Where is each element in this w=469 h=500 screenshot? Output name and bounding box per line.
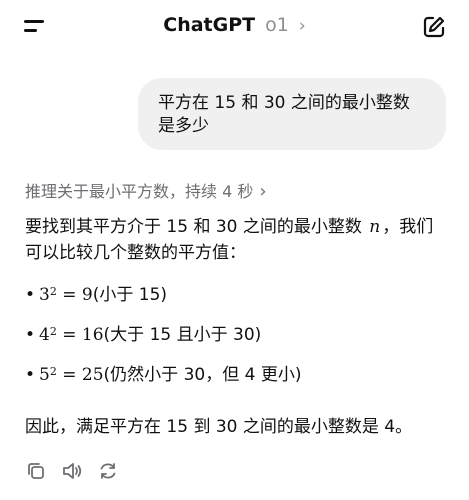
app-title: ChatGPT <box>163 14 256 36</box>
bullet-content: 32 = 9(小于 15) <box>39 282 167 308</box>
math-result: 25 <box>81 365 104 385</box>
answer-intro: 要找到其平方介于 15 和 30 之间的最小整数 n ，我们可以比较几个整数的平方… <box>25 214 450 266</box>
math-exponent: 2 <box>49 325 57 338</box>
math-equals: = <box>56 365 82 385</box>
regenerate-icon[interactable] <box>97 460 119 482</box>
answer-conclusion: 因此，满足平方在 15 到 30 之间的最小整数是 4。 <box>25 417 413 437</box>
reasoning-toggle[interactable]: 推理关于最小平方数，持续 4 秒 › <box>25 178 267 202</box>
math-base: 5 <box>39 365 50 385</box>
bullet-note: (小于 15) <box>92 285 168 305</box>
bullet-item: • 52 = 25(仍然小于 30，但 4 更小) <box>25 362 455 388</box>
bullet-dot: • <box>25 365 36 385</box>
bullet-dot: • <box>25 325 36 345</box>
bullet-math: 52 = 25 <box>39 365 104 385</box>
assistant-answer: 要找到其平方介于 15 和 30 之间的最小整数 n ，我们可以比较几个整数的平方… <box>25 214 450 266</box>
math-exponent: 2 <box>49 365 57 378</box>
math-base: 3 <box>39 285 50 305</box>
math-equals: = <box>56 285 82 305</box>
bullet-note: (大于 15 且小于 30) <box>103 325 262 345</box>
bullet-content: 52 = 25(仍然小于 30，但 4 更小) <box>39 362 301 388</box>
new-chat-edit-icon[interactable] <box>420 13 448 41</box>
intro-variable: n <box>369 217 381 237</box>
bullet-math: 32 = 9 <box>39 285 93 305</box>
math-equals: = <box>56 325 82 345</box>
speaker-icon[interactable] <box>61 460 83 482</box>
reasoning-label: 推理关于最小平方数，持续 4 秒 <box>25 182 254 201</box>
model-selector[interactable]: ChatGPT o1 › <box>0 14 469 36</box>
math-base: 4 <box>39 325 50 345</box>
math-exponent: 2 <box>49 285 57 298</box>
user-message-bubble[interactable]: 平方在 15 和 30 之间的最小整数是多少 <box>138 78 446 150</box>
bullet-content: 42 = 16(大于 15 且小于 30) <box>39 322 261 348</box>
top-bar: ChatGPT o1 › <box>0 0 469 56</box>
math-result: 16 <box>81 325 104 345</box>
math-result: 9 <box>81 285 93 305</box>
bullet-item: • 32 = 9(小于 15) <box>25 282 455 308</box>
chevron-right-icon: › <box>298 16 306 36</box>
intro-text: 要找到其平方介于 15 和 30 之间的最小整数 <box>25 217 362 237</box>
model-name: o1 <box>265 14 289 36</box>
bullet-math: 42 = 16 <box>39 325 104 345</box>
bullet-note: (仍然小于 30，但 4 更小) <box>103 365 302 385</box>
chevron-right-icon: › <box>259 181 267 202</box>
copy-icon[interactable] <box>25 460 47 482</box>
bullet-dot: • <box>25 285 36 305</box>
bullet-item: • 42 = 16(大于 15 且小于 30) <box>25 322 455 348</box>
